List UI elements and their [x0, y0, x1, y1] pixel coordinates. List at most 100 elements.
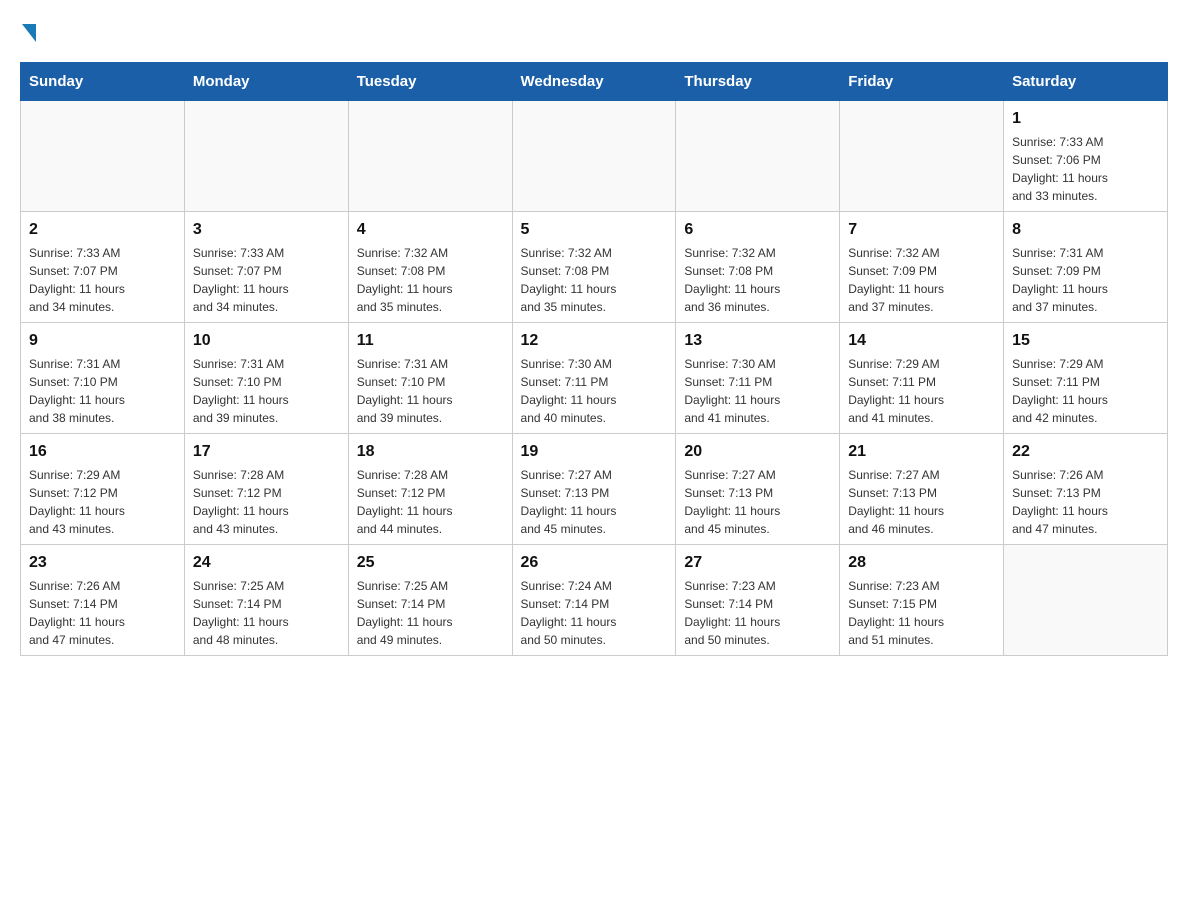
calendar-cell: 16Sunrise: 7:29 AM Sunset: 7:12 PM Dayli… — [21, 434, 185, 545]
day-info: Sunrise: 7:31 AM Sunset: 7:10 PM Dayligh… — [193, 355, 340, 427]
day-info: Sunrise: 7:33 AM Sunset: 7:06 PM Dayligh… — [1012, 133, 1159, 205]
calendar-cell: 12Sunrise: 7:30 AM Sunset: 7:11 PM Dayli… — [512, 323, 676, 434]
calendar-cell: 10Sunrise: 7:31 AM Sunset: 7:10 PM Dayli… — [184, 323, 348, 434]
calendar-header-row: SundayMondayTuesdayWednesdayThursdayFrid… — [21, 63, 1168, 101]
day-number: 27 — [684, 551, 831, 575]
day-number: 16 — [29, 440, 176, 464]
day-number: 22 — [1012, 440, 1159, 464]
calendar-cell: 5Sunrise: 7:32 AM Sunset: 7:08 PM Daylig… — [512, 212, 676, 323]
day-info: Sunrise: 7:32 AM Sunset: 7:08 PM Dayligh… — [521, 244, 668, 316]
day-number: 20 — [684, 440, 831, 464]
weekday-header-wednesday: Wednesday — [512, 63, 676, 101]
day-info: Sunrise: 7:25 AM Sunset: 7:14 PM Dayligh… — [357, 577, 504, 649]
calendar-cell: 2Sunrise: 7:33 AM Sunset: 7:07 PM Daylig… — [21, 212, 185, 323]
day-info: Sunrise: 7:33 AM Sunset: 7:07 PM Dayligh… — [193, 244, 340, 316]
day-number: 4 — [357, 218, 504, 242]
calendar-week-row: 9Sunrise: 7:31 AM Sunset: 7:10 PM Daylig… — [21, 323, 1168, 434]
day-number: 21 — [848, 440, 995, 464]
calendar-cell — [1004, 545, 1168, 656]
day-number: 17 — [193, 440, 340, 464]
calendar-cell — [840, 101, 1004, 212]
day-info: Sunrise: 7:31 AM Sunset: 7:10 PM Dayligh… — [357, 355, 504, 427]
calendar-cell: 11Sunrise: 7:31 AM Sunset: 7:10 PM Dayli… — [348, 323, 512, 434]
calendar-week-row: 2Sunrise: 7:33 AM Sunset: 7:07 PM Daylig… — [21, 212, 1168, 323]
day-number: 23 — [29, 551, 176, 575]
day-info: Sunrise: 7:32 AM Sunset: 7:08 PM Dayligh… — [357, 244, 504, 316]
calendar-cell — [512, 101, 676, 212]
day-info: Sunrise: 7:31 AM Sunset: 7:09 PM Dayligh… — [1012, 244, 1159, 316]
calendar-week-row: 1Sunrise: 7:33 AM Sunset: 7:06 PM Daylig… — [21, 101, 1168, 212]
weekday-header-friday: Friday — [840, 63, 1004, 101]
day-number: 15 — [1012, 329, 1159, 353]
day-info: Sunrise: 7:27 AM Sunset: 7:13 PM Dayligh… — [521, 466, 668, 538]
calendar-cell: 6Sunrise: 7:32 AM Sunset: 7:08 PM Daylig… — [676, 212, 840, 323]
day-number: 11 — [357, 329, 504, 353]
day-number: 18 — [357, 440, 504, 464]
calendar-cell: 18Sunrise: 7:28 AM Sunset: 7:12 PM Dayli… — [348, 434, 512, 545]
calendar-cell: 4Sunrise: 7:32 AM Sunset: 7:08 PM Daylig… — [348, 212, 512, 323]
weekday-header-monday: Monday — [184, 63, 348, 101]
calendar-table: SundayMondayTuesdayWednesdayThursdayFrid… — [20, 62, 1168, 656]
weekday-header-saturday: Saturday — [1004, 63, 1168, 101]
day-info: Sunrise: 7:33 AM Sunset: 7:07 PM Dayligh… — [29, 244, 176, 316]
calendar-cell: 8Sunrise: 7:31 AM Sunset: 7:09 PM Daylig… — [1004, 212, 1168, 323]
day-info: Sunrise: 7:24 AM Sunset: 7:14 PM Dayligh… — [521, 577, 668, 649]
day-info: Sunrise: 7:23 AM Sunset: 7:15 PM Dayligh… — [848, 577, 995, 649]
calendar-cell: 7Sunrise: 7:32 AM Sunset: 7:09 PM Daylig… — [840, 212, 1004, 323]
calendar-cell: 22Sunrise: 7:26 AM Sunset: 7:13 PM Dayli… — [1004, 434, 1168, 545]
day-info: Sunrise: 7:31 AM Sunset: 7:10 PM Dayligh… — [29, 355, 176, 427]
day-number: 14 — [848, 329, 995, 353]
calendar-cell: 1Sunrise: 7:33 AM Sunset: 7:06 PM Daylig… — [1004, 101, 1168, 212]
calendar-week-row: 23Sunrise: 7:26 AM Sunset: 7:14 PM Dayli… — [21, 545, 1168, 656]
calendar-cell: 23Sunrise: 7:26 AM Sunset: 7:14 PM Dayli… — [21, 545, 185, 656]
day-info: Sunrise: 7:29 AM Sunset: 7:11 PM Dayligh… — [1012, 355, 1159, 427]
day-number: 12 — [521, 329, 668, 353]
day-number: 24 — [193, 551, 340, 575]
calendar-cell: 26Sunrise: 7:24 AM Sunset: 7:14 PM Dayli… — [512, 545, 676, 656]
day-number: 13 — [684, 329, 831, 353]
calendar-cell: 17Sunrise: 7:28 AM Sunset: 7:12 PM Dayli… — [184, 434, 348, 545]
weekday-header-tuesday: Tuesday — [348, 63, 512, 101]
day-info: Sunrise: 7:32 AM Sunset: 7:08 PM Dayligh… — [684, 244, 831, 316]
calendar-cell: 21Sunrise: 7:27 AM Sunset: 7:13 PM Dayli… — [840, 434, 1004, 545]
calendar-cell: 24Sunrise: 7:25 AM Sunset: 7:14 PM Dayli… — [184, 545, 348, 656]
calendar-week-row: 16Sunrise: 7:29 AM Sunset: 7:12 PM Dayli… — [21, 434, 1168, 545]
day-number: 6 — [684, 218, 831, 242]
day-info: Sunrise: 7:29 AM Sunset: 7:11 PM Dayligh… — [848, 355, 995, 427]
calendar-cell: 3Sunrise: 7:33 AM Sunset: 7:07 PM Daylig… — [184, 212, 348, 323]
day-number: 10 — [193, 329, 340, 353]
calendar-cell — [184, 101, 348, 212]
day-info: Sunrise: 7:25 AM Sunset: 7:14 PM Dayligh… — [193, 577, 340, 649]
calendar-cell: 20Sunrise: 7:27 AM Sunset: 7:13 PM Dayli… — [676, 434, 840, 545]
logo — [20, 20, 36, 42]
day-info: Sunrise: 7:23 AM Sunset: 7:14 PM Dayligh… — [684, 577, 831, 649]
day-info: Sunrise: 7:30 AM Sunset: 7:11 PM Dayligh… — [684, 355, 831, 427]
day-info: Sunrise: 7:28 AM Sunset: 7:12 PM Dayligh… — [357, 466, 504, 538]
calendar-cell: 9Sunrise: 7:31 AM Sunset: 7:10 PM Daylig… — [21, 323, 185, 434]
day-number: 1 — [1012, 107, 1159, 131]
calendar-cell: 13Sunrise: 7:30 AM Sunset: 7:11 PM Dayli… — [676, 323, 840, 434]
page-header — [20, 20, 1168, 42]
day-number: 8 — [1012, 218, 1159, 242]
calendar-cell — [676, 101, 840, 212]
day-info: Sunrise: 7:27 AM Sunset: 7:13 PM Dayligh… — [684, 466, 831, 538]
day-info: Sunrise: 7:28 AM Sunset: 7:12 PM Dayligh… — [193, 466, 340, 538]
day-number: 25 — [357, 551, 504, 575]
day-info: Sunrise: 7:26 AM Sunset: 7:13 PM Dayligh… — [1012, 466, 1159, 538]
calendar-cell: 19Sunrise: 7:27 AM Sunset: 7:13 PM Dayli… — [512, 434, 676, 545]
day-info: Sunrise: 7:26 AM Sunset: 7:14 PM Dayligh… — [29, 577, 176, 649]
day-number: 7 — [848, 218, 995, 242]
weekday-header-thursday: Thursday — [676, 63, 840, 101]
day-number: 9 — [29, 329, 176, 353]
calendar-cell: 25Sunrise: 7:25 AM Sunset: 7:14 PM Dayli… — [348, 545, 512, 656]
day-info: Sunrise: 7:32 AM Sunset: 7:09 PM Dayligh… — [848, 244, 995, 316]
day-number: 26 — [521, 551, 668, 575]
day-info: Sunrise: 7:30 AM Sunset: 7:11 PM Dayligh… — [521, 355, 668, 427]
logo-arrow-icon — [22, 24, 36, 42]
day-number: 2 — [29, 218, 176, 242]
day-number: 28 — [848, 551, 995, 575]
weekday-header-sunday: Sunday — [21, 63, 185, 101]
calendar-cell — [21, 101, 185, 212]
calendar-cell: 27Sunrise: 7:23 AM Sunset: 7:14 PM Dayli… — [676, 545, 840, 656]
calendar-cell — [348, 101, 512, 212]
